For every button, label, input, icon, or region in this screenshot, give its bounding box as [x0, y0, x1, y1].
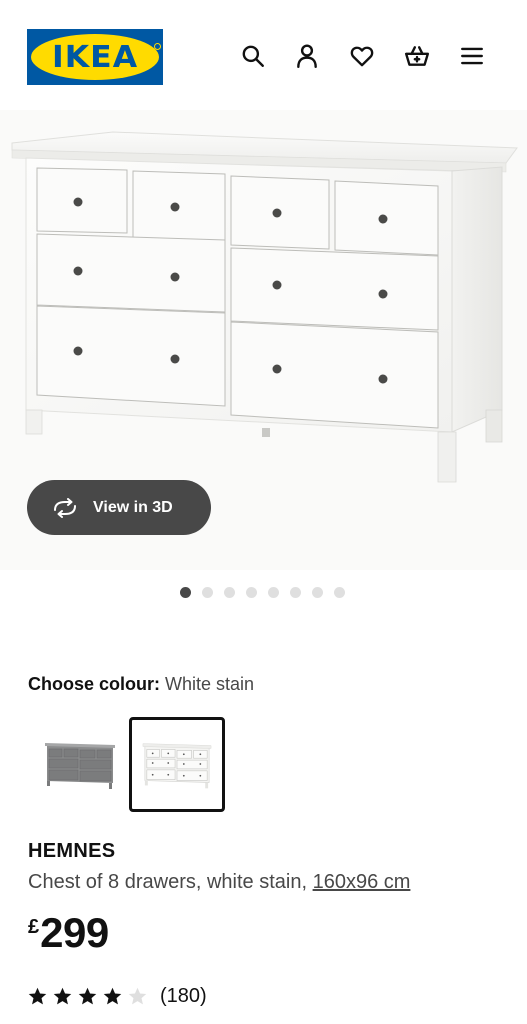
view-in-3d-button[interactable]: View in 3D	[27, 480, 211, 535]
white-dresser-thumbnail	[142, 742, 212, 788]
product-size-link[interactable]: 160x96 cm	[313, 871, 411, 893]
price-amount: 299	[40, 909, 109, 956]
product-price: £ 299	[28, 910, 109, 956]
ikea-logo[interactable]: IKEA	[27, 29, 163, 85]
colour-option-grey-stain[interactable]	[32, 717, 128, 812]
menu-icon[interactable]	[457, 40, 487, 72]
basket-icon[interactable]	[402, 40, 432, 72]
star-empty-icon	[128, 987, 147, 1005]
star-filled-icon	[28, 987, 47, 1005]
app-header: IKEA	[0, 0, 527, 110]
product-rating[interactable]: (180)	[27, 985, 207, 1008]
gallery-dot[interactable]	[202, 587, 213, 598]
product-description: Chest of 8 drawers, white stain, 160x96 …	[28, 871, 410, 894]
colour-label: Choose colour:	[28, 674, 161, 694]
registered-mark	[154, 43, 161, 50]
logo-text: IKEA	[51, 39, 139, 75]
profile-icon[interactable]	[292, 40, 322, 72]
price-currency: £	[28, 916, 40, 938]
gallery-dot[interactable]	[224, 587, 235, 598]
gallery-pagination	[180, 587, 345, 598]
product-name: HEMNES	[28, 840, 116, 862]
product-description-text: Chest of 8 drawers, white stain,	[28, 871, 308, 893]
star-filled-icon	[103, 987, 122, 1005]
rotate-3d-icon	[54, 497, 76, 518]
gallery-dot[interactable]	[312, 587, 323, 598]
gallery-dot[interactable]	[290, 587, 301, 598]
gallery-dot[interactable]	[334, 587, 345, 598]
review-count: (180)	[160, 985, 207, 1007]
grey-dresser-thumbnail	[45, 742, 115, 789]
heart-icon[interactable]	[347, 40, 377, 72]
search-icon[interactable]	[238, 40, 268, 72]
colour-chooser: Choose colour: White stain	[28, 674, 254, 695]
gallery-dot[interactable]	[246, 587, 257, 598]
gallery-dot[interactable]	[268, 587, 279, 598]
colour-option-white-stain[interactable]	[129, 717, 225, 812]
star-filled-icon	[53, 987, 72, 1005]
selected-colour: White stain	[165, 674, 255, 694]
rating-stars	[27, 986, 152, 1007]
gallery-dot[interactable]	[180, 587, 191, 598]
logo-oval: IKEA	[31, 34, 159, 80]
view-in-3d-label: View in 3D	[93, 498, 173, 516]
star-filled-icon	[78, 987, 97, 1005]
